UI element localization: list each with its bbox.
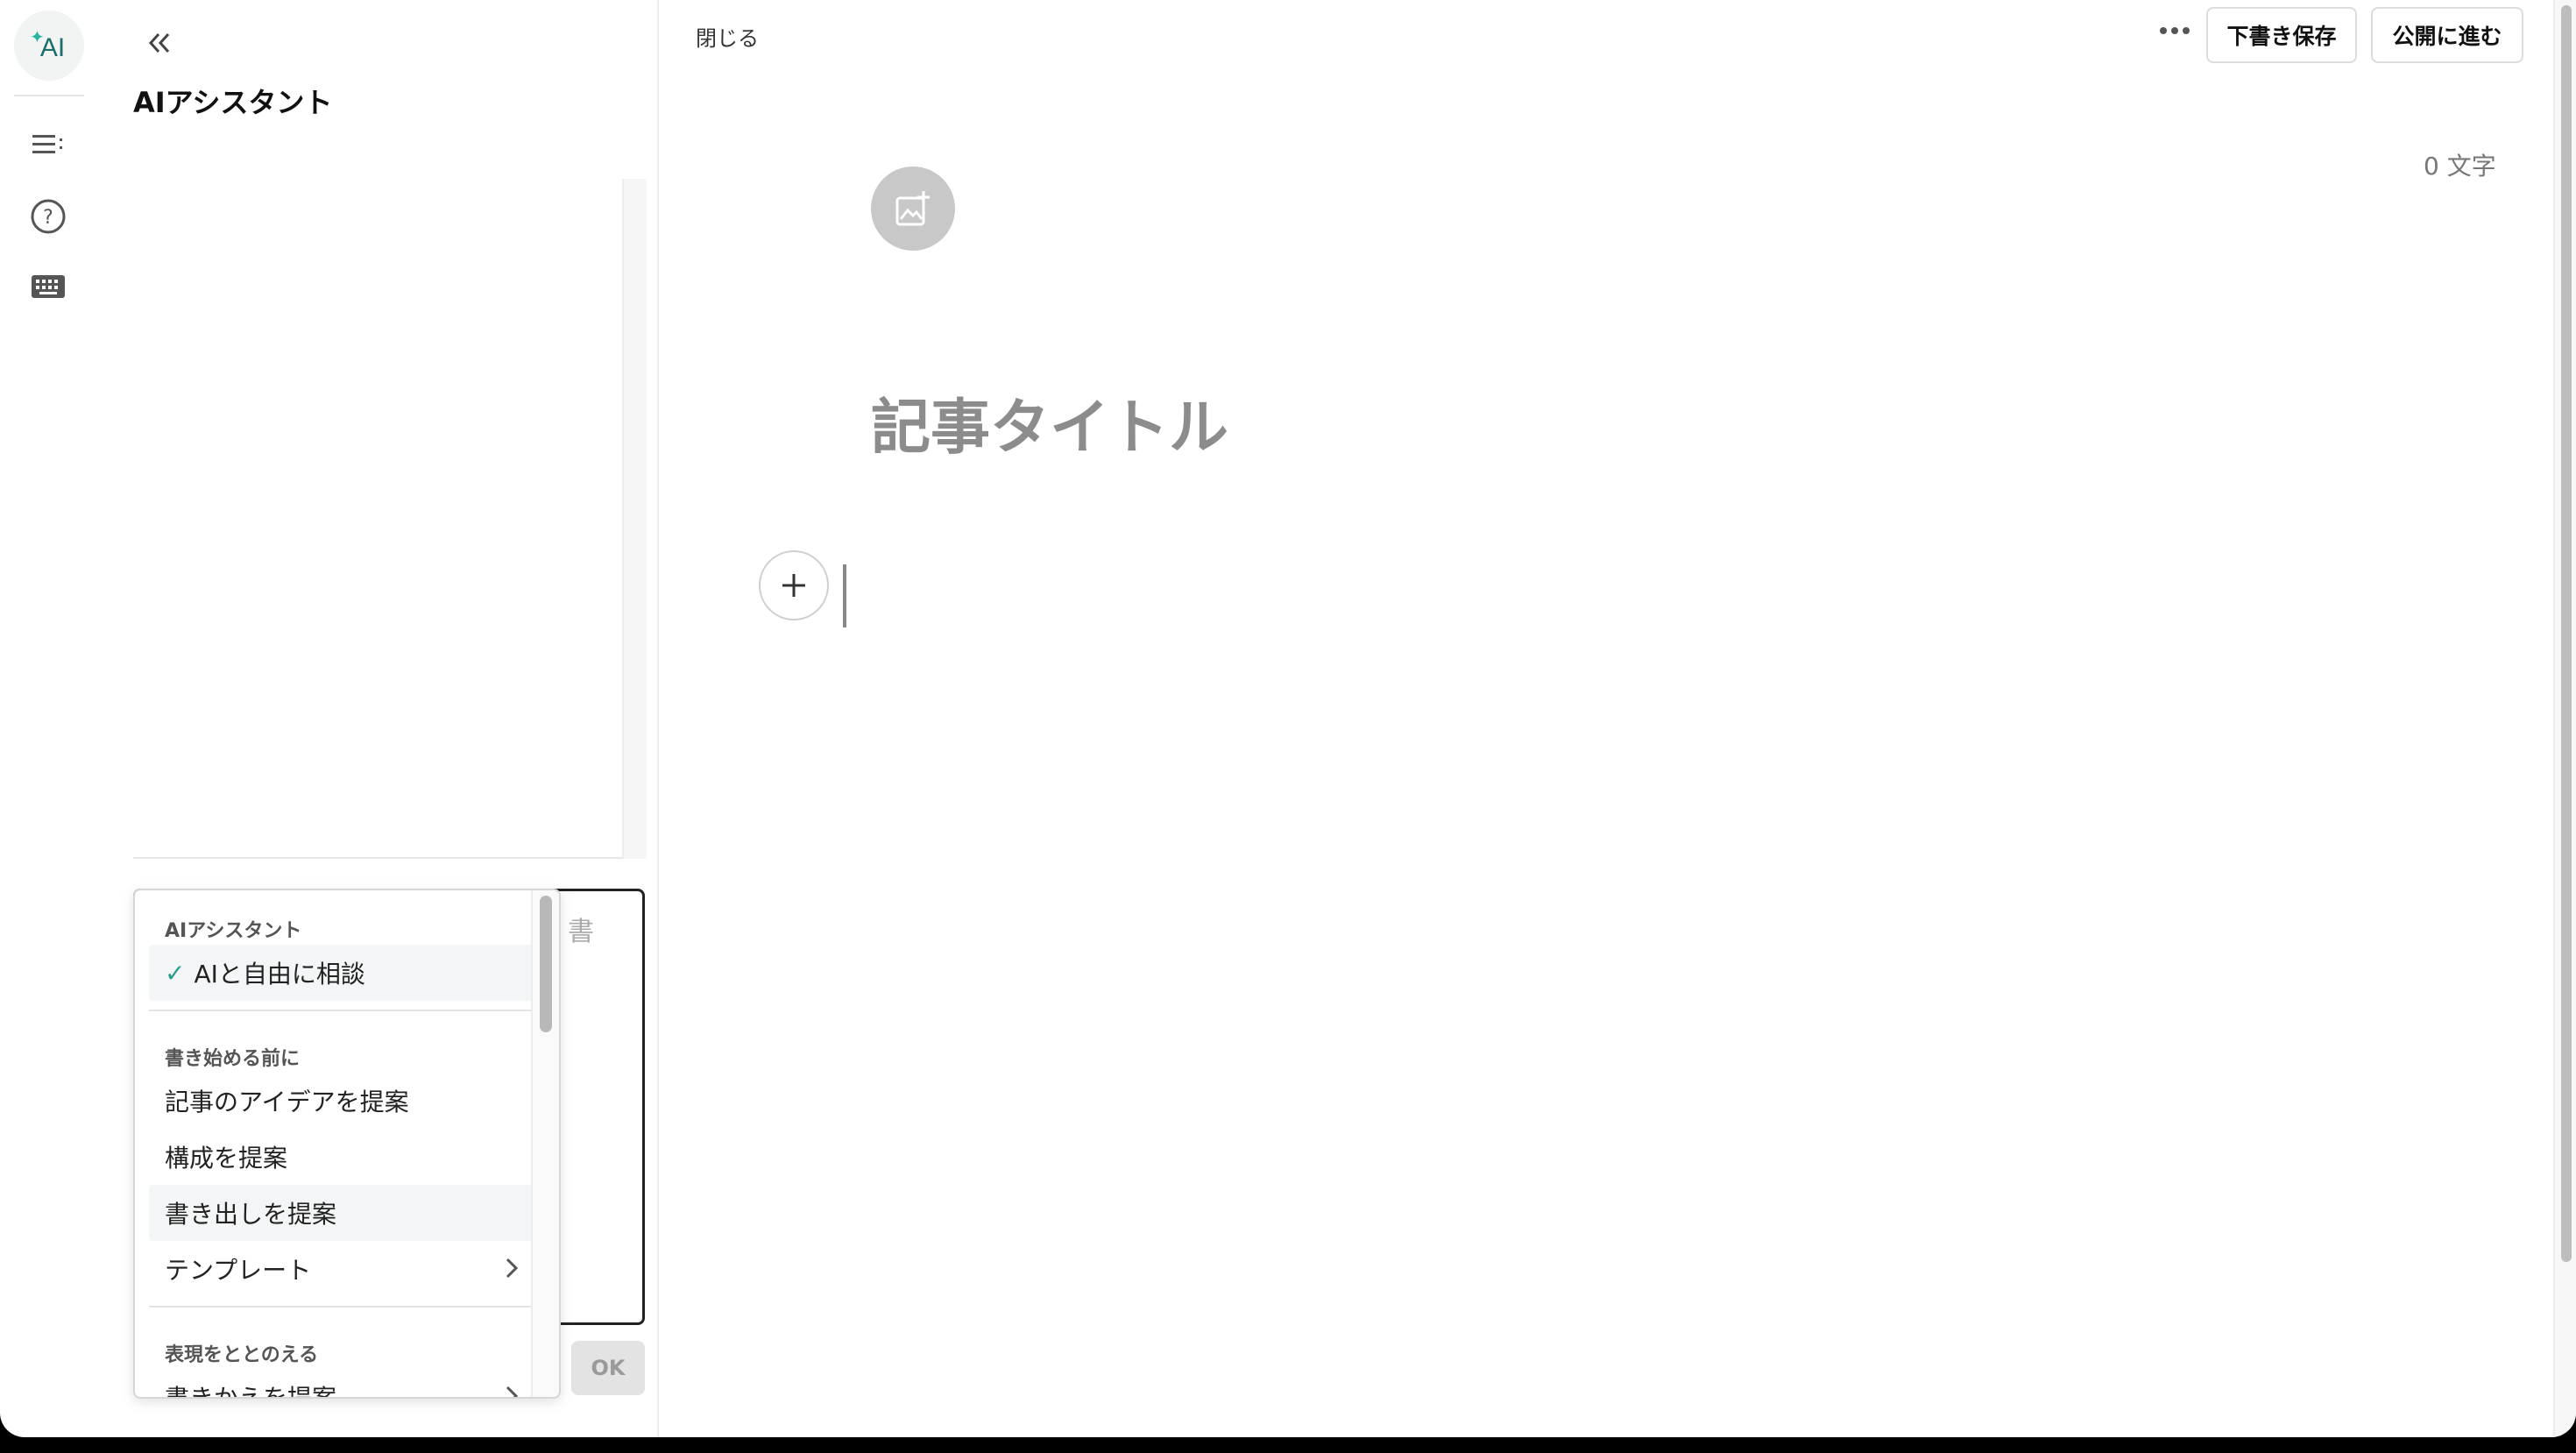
menu-scrollbar[interactable]: [531, 890, 559, 1397]
mode-dropdown-menu: AIアシスタント ✓ AIと自由に相談 書き始める前に 記事のアイデアを提案 構…: [133, 889, 561, 1399]
menu-divider: [149, 1010, 534, 1011]
menu-item-label: 記事のアイデアを提案: [165, 1088, 409, 1116]
menu-scrollbar-thumb[interactable]: [540, 896, 552, 1032]
panel-title: AIアシスタント: [133, 86, 333, 119]
menu-section-label: 表現をととのえる: [165, 1344, 319, 1366]
menu-item-idea[interactable]: 記事のアイデアを提案: [149, 1073, 534, 1129]
add-block-button[interactable]: [759, 550, 829, 620]
article-title-input[interactable]: 記事タイトル: [871, 379, 1228, 465]
chat-scrollbar[interactable]: [622, 179, 647, 859]
chevron-right-icon: [506, 1258, 519, 1279]
text-cursor: [843, 564, 846, 627]
prompt-input-placeholder: 書: [568, 917, 594, 947]
more-horizontal-icon: [2160, 27, 2190, 34]
chat-history: [133, 179, 647, 859]
add-cover-image-button[interactable]: [871, 167, 955, 251]
menu-item-rewrite[interactable]: 書きかえを提案: [149, 1369, 534, 1399]
close-button[interactable]: 閉じる: [696, 21, 759, 52]
menu-item-label: 書きかえを提案: [165, 1384, 337, 1399]
menu-item-free-consult[interactable]: ✓ AIと自由に相談: [149, 945, 534, 1001]
chevron-right-icon: [506, 1386, 519, 1397]
double-chevron-left-icon: [148, 32, 170, 53]
menu-item-structure[interactable]: 構成を提案: [149, 1129, 534, 1185]
keyboard-shortcuts-button[interactable]: [23, 261, 74, 312]
keyboard-icon: [32, 275, 65, 298]
character-count: 0 文字: [2424, 152, 2496, 181]
list-icon: [32, 135, 62, 153]
publish-button[interactable]: 公開に進む: [2371, 7, 2523, 63]
help-button[interactable]: ?: [23, 191, 74, 242]
table-of-contents-button[interactable]: [23, 119, 74, 170]
left-rail: ✦ AI ?: [0, 0, 96, 1437]
app-window: ✦ AI ? AIアシスタント 書 OK AIアシスタント ✓ AIと自由に相談…: [0, 0, 2576, 1437]
more-options-button[interactable]: [2150, 16, 2199, 46]
menu-item-label: テンプレート: [165, 1256, 312, 1285]
ai-assistant-button[interactable]: ✦ AI: [14, 11, 84, 81]
save-draft-button[interactable]: 下書き保存: [2206, 7, 2357, 63]
menu-item-label: 構成を提案: [165, 1144, 288, 1173]
menu-item-label: 書き出しを提案: [165, 1200, 337, 1229]
help-icon: ?: [31, 199, 66, 234]
page-scrollbar[interactable]: [2553, 0, 2576, 1437]
menu-divider: [149, 1306, 534, 1308]
svg-text:?: ?: [43, 207, 53, 229]
collapse-panel-button[interactable]: [137, 23, 182, 63]
ok-button[interactable]: OK: [571, 1341, 645, 1395]
check-icon: ✓: [165, 958, 186, 988]
menu-item-label: AIと自由に相談: [194, 960, 365, 989]
plus-icon: [782, 574, 805, 597]
menu-section-label: 書き始める前に: [165, 1048, 301, 1070]
add-image-icon: [895, 191, 930, 226]
page-scrollbar-thumb[interactable]: [2561, 5, 2572, 1262]
article-editor: 閉じる 下書き保存 公開に進む 0 文字 記事タイトル: [661, 0, 2553, 1437]
menu-item-template[interactable]: テンプレート: [149, 1241, 534, 1297]
ai-sparkle-icon: ✦: [30, 26, 45, 47]
menu-item-opening[interactable]: 書き出しを提案: [149, 1185, 534, 1241]
rail-divider: [14, 95, 84, 96]
menu-section-label: AIアシスタント: [165, 920, 302, 942]
